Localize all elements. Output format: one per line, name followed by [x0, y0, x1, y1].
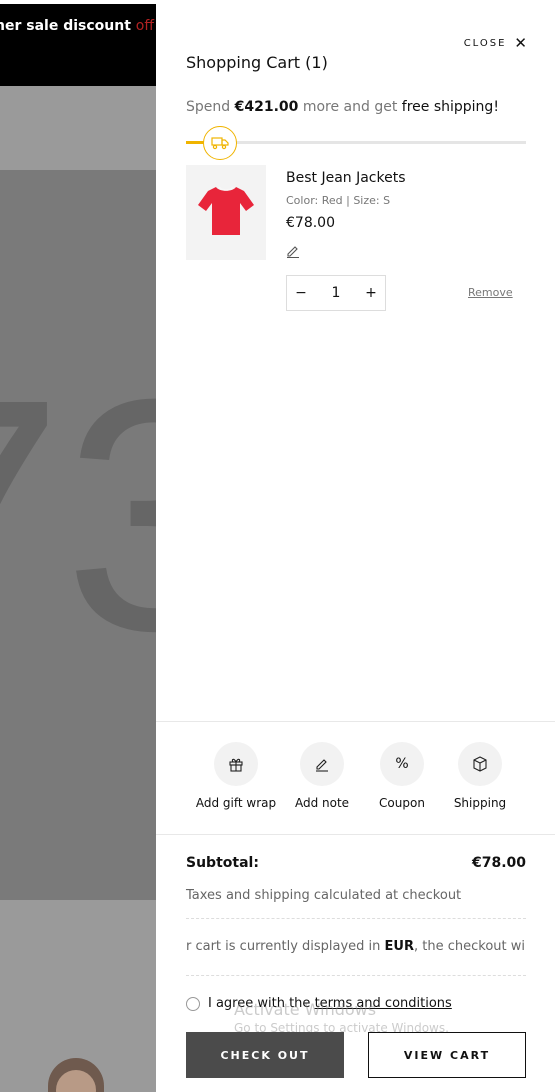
- product-price: €78.00: [286, 215, 335, 231]
- pencil-icon: [300, 742, 344, 786]
- subtotal-value: €78.00: [471, 855, 526, 871]
- currency-notice: r cart is currently displayed in EUR, th…: [186, 939, 526, 954]
- add-note-label: Add note: [294, 796, 350, 810]
- remove-item-link[interactable]: Remove: [468, 286, 513, 299]
- currency-prefix: r cart is currently displayed in: [186, 939, 385, 954]
- shipping-button[interactable]: Shipping: [440, 742, 520, 810]
- coupon-label: Coupon: [379, 796, 425, 810]
- currency-code: EUR: [384, 939, 414, 954]
- add-gift-wrap-button[interactable]: Add gift wrap: [191, 742, 281, 810]
- truck-icon: [203, 126, 237, 160]
- background-page: her sale discount off 60% 73: [0, 0, 156, 1092]
- edit-item-button[interactable]: [286, 244, 300, 262]
- shipping-progress-bar: [186, 141, 526, 144]
- cart-drawer: CLOSE ✕ Shopping Cart (1) Spend €421.00 …: [156, 4, 555, 1092]
- increase-quantity-button[interactable]: +: [357, 285, 385, 301]
- promo-discount: off 60%: [135, 18, 156, 34]
- dashed-divider: [186, 975, 526, 976]
- product-options: Color: Red | Size: S: [286, 194, 391, 207]
- cart-title: Shopping Cart (1): [186, 53, 328, 72]
- promo-banner: her sale discount off 60%: [0, 4, 156, 86]
- percent-icon: %: [380, 742, 424, 786]
- terms-checkbox[interactable]: [186, 996, 200, 1011]
- hero-countdown: 73: [0, 330, 156, 699]
- actions-divider-top: [156, 721, 555, 722]
- tax-note: Taxes and shipping calculated at checkou…: [186, 888, 462, 903]
- add-gift-wrap-label: Add gift wrap: [195, 796, 277, 810]
- close-button[interactable]: CLOSE ✕: [464, 34, 527, 52]
- quantity-value[interactable]: 1: [322, 285, 350, 301]
- shipping-free: free shipping!: [401, 99, 499, 115]
- product-image[interactable]: [186, 165, 266, 260]
- decrease-quantity-button[interactable]: −: [287, 285, 315, 301]
- box-icon: [458, 742, 502, 786]
- windows-watermark-title: Activate Windows: [234, 1000, 377, 1019]
- coupon-button[interactable]: % Coupon: [362, 742, 442, 810]
- shipping-prefix: Spend: [186, 99, 235, 115]
- tshirt-icon: [198, 186, 254, 235]
- actions-divider-bottom: [156, 834, 555, 835]
- close-label: CLOSE: [463, 37, 507, 49]
- shipping-label: Shipping: [453, 796, 507, 810]
- hero-banner: 73: [0, 170, 156, 900]
- subtotal-label: Subtotal:: [186, 855, 259, 871]
- promo-text: her sale discount: [0, 18, 131, 34]
- pencil-icon: [287, 246, 299, 258]
- free-shipping-message: Spend €421.00 more and get free shipping…: [186, 99, 499, 115]
- close-icon: ✕: [514, 34, 527, 52]
- shipping-middle: more and get: [298, 99, 402, 115]
- product-name[interactable]: Best Jean Jackets: [286, 170, 406, 186]
- checkout-button[interactable]: CHECK OUT: [186, 1032, 344, 1078]
- add-note-button[interactable]: Add note: [282, 742, 362, 810]
- quantity-stepper: − 1 +: [286, 275, 386, 311]
- shipping-amount: €421.00: [234, 99, 299, 115]
- gift-icon: [214, 742, 258, 786]
- currency-suffix: , the checkout will: [414, 939, 526, 954]
- dashed-divider: [186, 918, 526, 919]
- view-cart-button[interactable]: VIEW CART: [368, 1032, 526, 1078]
